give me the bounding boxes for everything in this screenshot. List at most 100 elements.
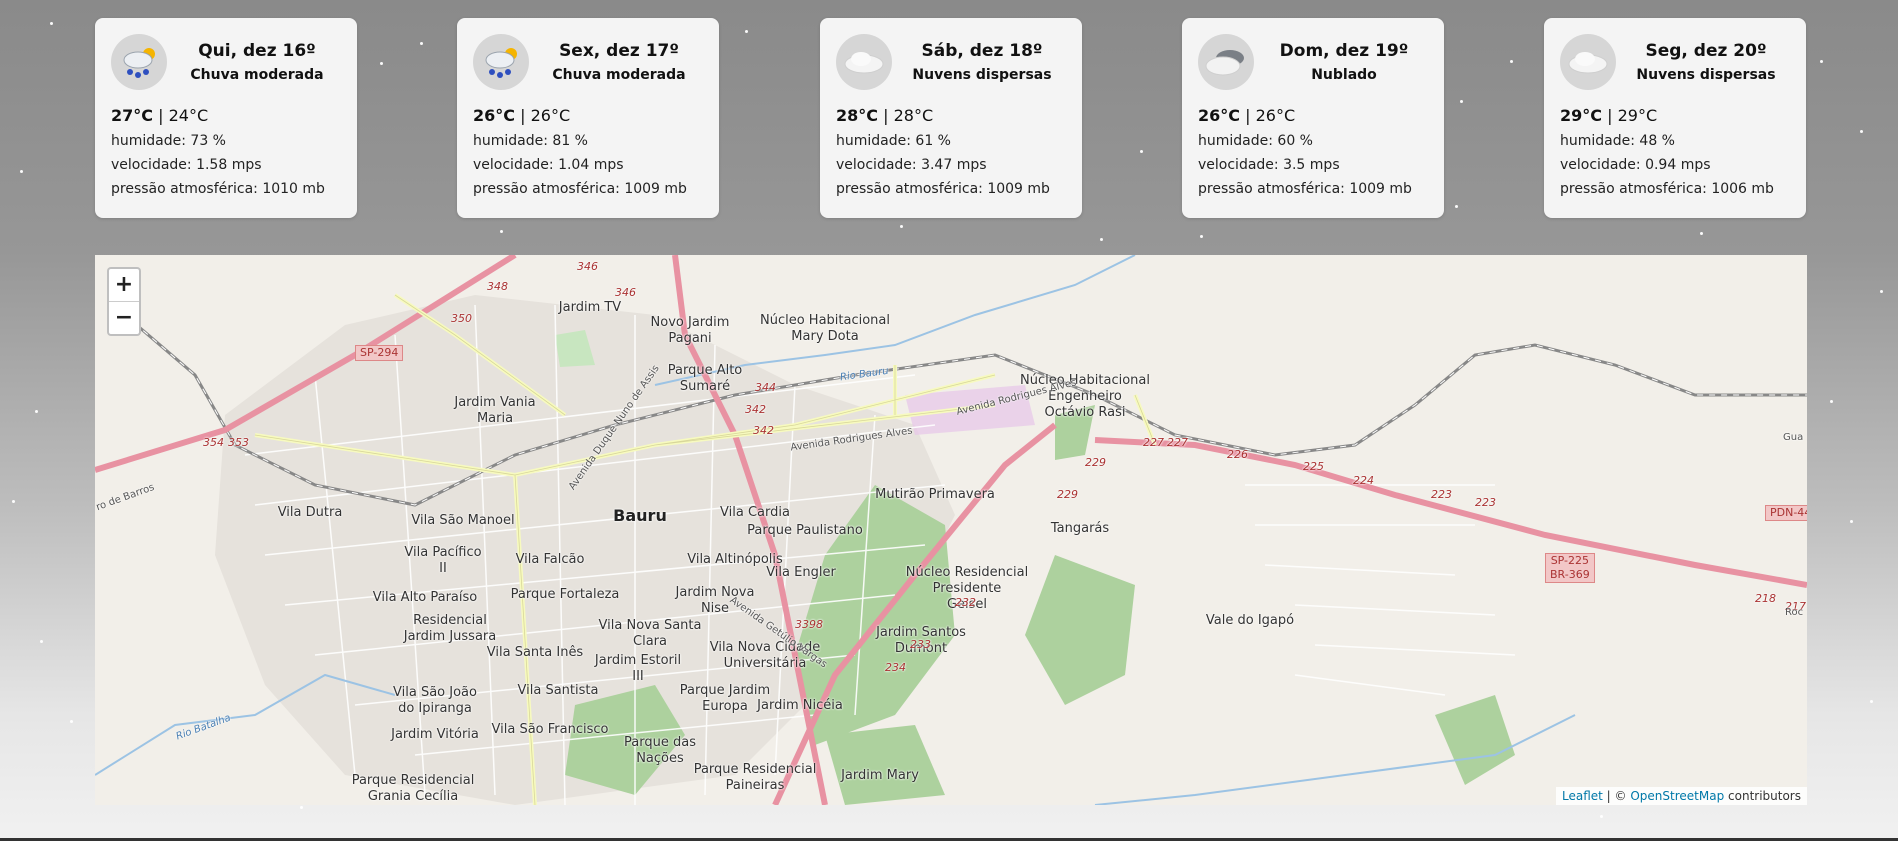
- humidity: humidade: 61 %: [836, 133, 951, 149]
- forecast-day: Dom, dez 19º: [1279, 41, 1409, 61]
- rain-sun-icon: [473, 34, 529, 90]
- forecast-day: Qui, dez 16º: [198, 41, 316, 61]
- map-place-label: Jardim Estoril III: [594, 653, 682, 684]
- map-place-label: Núcleo Habitacional Mary Dota: [759, 313, 891, 344]
- forecast-card: Sáb, dez 18º Nuvens dispersas 28°C | 28°C h…: [820, 18, 1082, 218]
- road-number: 233: [910, 638, 931, 651]
- road-number: 225: [1303, 460, 1324, 473]
- map-place-label: Jardim Vania Maria: [454, 395, 536, 426]
- forecast-day: Sex, dez 17º: [559, 41, 679, 61]
- weather-description: Nuvens dispersas: [912, 67, 1052, 83]
- map-place-label: Jardim TV: [558, 300, 622, 315]
- pressure: pressão atmosférica: 1009 mb: [473, 181, 687, 197]
- wind-speed: velocidade: 1.58 mps: [111, 157, 262, 173]
- highway-shield: SP-294: [355, 345, 404, 361]
- zoom-out-button[interactable]: −: [109, 301, 139, 334]
- road-number: 229: [1057, 488, 1078, 501]
- max-temp: 26°C: [1198, 106, 1241, 125]
- road-number: 342: [753, 424, 774, 437]
- road-number: 354: [203, 436, 224, 449]
- map-place-label: Parque Residencial Paineiras: [693, 762, 817, 793]
- road-number: 218: [1755, 592, 1776, 605]
- map-place-label: Residencial Jardim Jussara: [403, 613, 497, 644]
- highway-shield: SP-225 BR-369: [1545, 553, 1595, 583]
- max-temp: 26°C: [473, 106, 516, 125]
- map-place-label: Parque Fortaleza: [510, 587, 620, 602]
- weather-description: Nuvens dispersas: [1636, 67, 1776, 83]
- temperature-range: 26°C | 26°C: [473, 106, 571, 125]
- map-place-label: Mutirão Primavera: [875, 487, 995, 502]
- weather-description: Nublado: [1311, 67, 1377, 83]
- temperature-range: 26°C | 26°C: [1198, 106, 1296, 125]
- wind-speed: velocidade: 0.94 mps: [1560, 157, 1711, 173]
- forecast-card: Dom, dez 19º Nublado 26°C | 26°C humidade: …: [1182, 18, 1444, 218]
- map[interactable]: Bauru Jardim TV Novo Jardim Pagani Núcleo H…: [95, 255, 1807, 805]
- leaflet-link[interactable]: Leaflet: [1562, 789, 1603, 803]
- map-place-label: Vale do Igapó: [1205, 613, 1295, 628]
- zoom-control: + −: [107, 267, 141, 336]
- humidity: humidade: 48 %: [1560, 133, 1675, 149]
- weather-description: Chuva moderada: [552, 67, 686, 83]
- map-place-label: Parque Paulistano: [747, 523, 863, 538]
- pressure: pressão atmosférica: 1010 mb: [111, 181, 325, 197]
- map-place-label: Vila Falcão: [515, 552, 585, 567]
- map-place-label: Vila Santista: [517, 683, 599, 698]
- map-place-label: Jardim Mary: [841, 768, 919, 783]
- wind-speed: velocidade: 3.47 mps: [836, 157, 987, 173]
- road-number: 224: [1353, 474, 1374, 487]
- road-number: 342: [745, 403, 766, 416]
- card-header: Sex, dez 17º Chuva moderada: [529, 40, 709, 86]
- forecast-card: Qui, dez 16º Chuva moderada 27°C | 24°C hum…: [95, 18, 357, 218]
- map-place-label: Vila Engler: [766, 565, 836, 580]
- map-place-label: Novo Jardim Pagani: [650, 315, 730, 346]
- cloud-icon: [1560, 34, 1616, 90]
- dark-cloud-icon: [1198, 34, 1254, 90]
- road-number: 234: [885, 661, 906, 674]
- map-place-label: Vila Santa Inês: [486, 645, 584, 660]
- map-place-label: Parque das Nações: [624, 735, 696, 766]
- max-temp: 29°C: [1560, 106, 1603, 125]
- map-place-label: Bauru: [613, 506, 667, 525]
- pressure: pressão atmosférica: 1009 mb: [1198, 181, 1412, 197]
- road-number: 223: [1431, 488, 1452, 501]
- forecast-day: Sáb, dez 18º: [921, 41, 1043, 61]
- temperature-range: 29°C | 29°C: [1560, 106, 1658, 125]
- map-place-label: Parque Alto Sumaré: [667, 363, 743, 394]
- zoom-in-button[interactable]: +: [109, 269, 139, 301]
- min-temp: 26°C: [530, 106, 571, 125]
- road-number: 350: [451, 312, 472, 325]
- map-attribution: Leaflet | © OpenStreetMap contributors: [1556, 787, 1807, 805]
- temperature-range: 28°C | 28°C: [836, 106, 934, 125]
- humidity: humidade: 73 %: [111, 133, 226, 149]
- road-number: 226: [1227, 448, 1248, 461]
- weather-description: Chuva moderada: [190, 67, 324, 83]
- map-place-label: Vila Nova Santa Clara: [598, 618, 702, 649]
- max-temp: 27°C: [111, 106, 154, 125]
- wind-speed: velocidade: 3.5 mps: [1198, 157, 1340, 173]
- map-place-label: Vila Dutra: [277, 505, 343, 520]
- card-header: Sáb, dez 18º Nuvens dispersas: [892, 40, 1072, 86]
- map-place-label: Vila São João do Ipiranga: [393, 685, 477, 716]
- attribution-suffix: contributors: [1724, 789, 1801, 803]
- map-place-label: Vila Alto Paraíso: [372, 590, 478, 605]
- map-tiles: [95, 255, 1807, 805]
- road-name: Gua: [1783, 432, 1804, 443]
- map-place-label: Jardim Nicéia: [757, 698, 843, 713]
- road-number: 232: [955, 596, 976, 609]
- road-number: 227: [1143, 436, 1164, 449]
- card-header: Qui, dez 16º Chuva moderada: [167, 40, 347, 86]
- min-temp: 24°C: [168, 106, 209, 125]
- road-number: 353: [228, 436, 249, 449]
- map-place-label: Vila São Francisco: [491, 722, 609, 737]
- attribution-separator: | ©: [1602, 789, 1631, 803]
- road-number: 348: [487, 280, 508, 293]
- road-number: 346: [577, 260, 598, 273]
- openstreetmap-link[interactable]: OpenStreetMap: [1630, 789, 1724, 803]
- min-temp: 28°C: [893, 106, 934, 125]
- forecast-card: Sex, dez 17º Chuva moderada 26°C | 26°C hum…: [457, 18, 719, 218]
- road-number: 227: [1167, 436, 1188, 449]
- wind-speed: velocidade: 1.04 mps: [473, 157, 624, 173]
- highway-shield: PDN-44: [1765, 505, 1807, 521]
- card-header: Dom, dez 19º Nublado: [1254, 40, 1434, 86]
- map-place-label: Jardim Vitória: [391, 727, 479, 742]
